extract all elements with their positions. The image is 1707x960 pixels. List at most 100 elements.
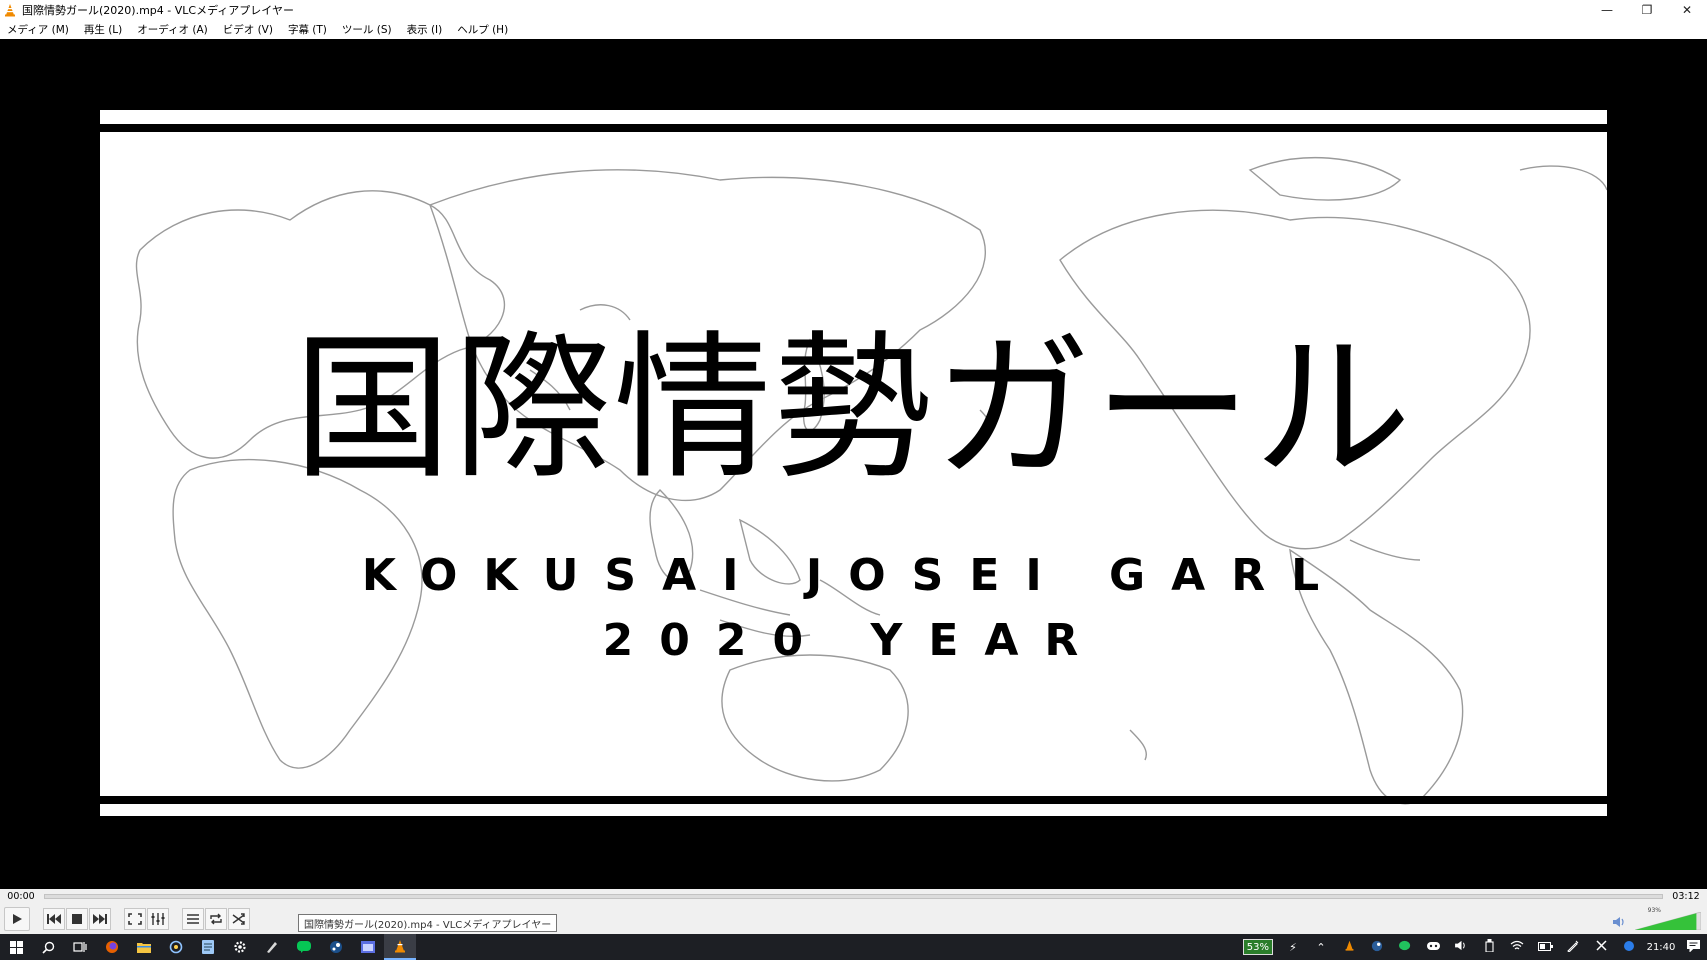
taskbar-notes[interactable] — [192, 934, 224, 960]
video-title-english: KOKUSAI JOSEI GARL — [361, 550, 1346, 601]
menu-help[interactable]: ヘルプ (H) — [457, 22, 508, 37]
control-bar: 国際情勢ガール(2020).mp4 - VLCメディアプレイヤー 93% — [0, 904, 1707, 934]
menu-view[interactable]: 表示 (I) — [407, 22, 443, 37]
play-button[interactable] — [4, 907, 30, 931]
taskbar-file-explorer[interactable] — [128, 934, 160, 960]
taskbar-firefox[interactable] — [96, 934, 128, 960]
taskbar-settings[interactable] — [224, 934, 256, 960]
bottom-band — [100, 796, 1607, 804]
video-title-year: 2020 YEAR — [602, 615, 1105, 666]
blue-circle-app-icon — [1624, 940, 1634, 951]
tray-wifi-icon[interactable] — [1503, 940, 1531, 954]
sync-app-icon — [169, 940, 183, 954]
speaker-icon — [1454, 940, 1465, 951]
speaker-icon — [1613, 917, 1624, 927]
firefox-icon — [106, 941, 118, 953]
loop-icon — [210, 913, 222, 925]
tray-steam-icon[interactable] — [1363, 940, 1391, 955]
tray-usb-icon[interactable] — [1475, 939, 1503, 955]
menu-bar: メディア (M) 再生 (L) オーディオ (A) ビデオ (V) 字幕 (T)… — [0, 20, 1707, 39]
taskbar-vlc[interactable] — [384, 934, 416, 960]
fullscreen-icon — [128, 913, 142, 925]
tray-battery-icon[interactable] — [1531, 941, 1559, 954]
battery-indicator[interactable]: 53% — [1242, 939, 1273, 955]
video-frame: 国際情勢ガール KOKUSAI JOSEI GARL 2020 YEAR — [100, 110, 1607, 816]
gamepad-icon — [1426, 941, 1440, 950]
menu-playback[interactable]: 再生 (L) — [84, 22, 122, 37]
extended-settings-button[interactable] — [147, 908, 169, 930]
steam-icon — [330, 941, 342, 953]
tray-wechat-icon[interactable] — [1391, 940, 1419, 955]
taskbar-editor[interactable] — [256, 934, 288, 960]
power-plug-icon[interactable]: ⚡ — [1279, 941, 1307, 954]
maximize-button[interactable]: ❐ — [1627, 0, 1667, 20]
window-controls: — ❐ ✕ — [1587, 0, 1707, 20]
previous-button[interactable] — [43, 908, 65, 930]
taskbar-app-sync[interactable] — [160, 934, 192, 960]
pen-tool-icon — [267, 942, 277, 953]
taskbar-clock[interactable]: 21:40 — [1643, 942, 1679, 953]
play-icon — [13, 914, 22, 924]
steam-icon — [1371, 940, 1383, 951]
minimize-button[interactable]: — — [1587, 0, 1627, 20]
video-title-japanese: 国際情勢ガール — [293, 317, 1414, 501]
elapsed-time: 00:00 — [7, 891, 35, 902]
previous-icon — [47, 914, 61, 924]
pen-icon — [1567, 940, 1579, 953]
notification-center-icon[interactable] — [1679, 939, 1707, 955]
taskbar-steam[interactable] — [320, 934, 352, 960]
task-view-button[interactable] — [64, 934, 96, 960]
loop-button[interactable] — [205, 908, 227, 930]
volume-control[interactable]: 93% — [1613, 907, 1701, 930]
menu-audio[interactable]: オーディオ (A) — [137, 22, 207, 37]
seek-row: 00:00 03:12 — [0, 889, 1707, 904]
wifi-icon — [1510, 940, 1524, 950]
taskbar-window[interactable] — [352, 934, 384, 960]
title-bar: 国際情勢ガール(2020).mp4 - VLCメディアプレイヤー — ❐ ✕ — [0, 0, 1707, 20]
tray-speaker-icon[interactable] — [1447, 940, 1475, 954]
window-title: 国際情勢ガール(2020).mp4 - VLCメディアプレイヤー — [22, 4, 294, 17]
playlist-button[interactable] — [182, 908, 204, 930]
total-time: 03:12 — [1672, 891, 1700, 902]
tray-app-icon[interactable] — [1615, 940, 1643, 955]
search-icon — [41, 941, 54, 954]
usb-drive-icon — [1484, 939, 1494, 953]
tray-close-x-icon[interactable] — [1587, 940, 1615, 954]
menu-subtitle[interactable]: 字幕 (T) — [288, 22, 327, 37]
notes-icon — [202, 940, 214, 954]
shuffle-button[interactable] — [228, 908, 250, 930]
task-view-icon — [73, 942, 87, 952]
chat-bubble-icon — [297, 941, 311, 953]
notification-icon — [1686, 939, 1700, 953]
windows-logo-icon — [9, 940, 23, 954]
gear-icon — [234, 941, 246, 953]
vlc-cone-icon — [1345, 940, 1353, 951]
search-button[interactable] — [32, 934, 64, 960]
system-tray: 53% ⚡ ⌃ 21:40 — [1242, 934, 1707, 960]
battery-icon — [1537, 941, 1553, 951]
vlc-cone-icon — [5, 4, 15, 17]
playlist-icon — [187, 914, 199, 924]
volume-slider[interactable] — [1635, 912, 1701, 930]
taskbar-line[interactable] — [288, 934, 320, 960]
window-app-icon — [361, 941, 375, 953]
menu-video[interactable]: ビデオ (V) — [223, 22, 273, 37]
stop-icon — [72, 914, 82, 924]
video-area[interactable]: 国際情勢ガール KOKUSAI JOSEI GARL 2020 YEAR — [0, 39, 1707, 889]
chat-bubble-icon — [1398, 940, 1410, 950]
next-button[interactable] — [89, 908, 111, 930]
folder-icon — [137, 943, 151, 953]
start-button[interactable] — [0, 934, 32, 960]
tray-discord-icon[interactable] — [1419, 941, 1447, 954]
fullscreen-button[interactable] — [124, 908, 146, 930]
menu-tools[interactable]: ツール (S) — [342, 22, 392, 37]
seek-bar[interactable] — [44, 894, 1663, 899]
tray-vlc-icon[interactable] — [1335, 940, 1363, 954]
close-button[interactable]: ✕ — [1667, 0, 1707, 20]
stop-button[interactable] — [66, 908, 88, 930]
top-band — [100, 124, 1607, 132]
window-tooltip: 国際情勢ガール(2020).mp4 - VLCメディアプレイヤー — [298, 914, 558, 932]
menu-media[interactable]: メディア (M) — [7, 22, 69, 37]
tray-pen-icon[interactable] — [1559, 940, 1587, 955]
chevron-up-icon[interactable]: ⌃ — [1307, 941, 1335, 954]
